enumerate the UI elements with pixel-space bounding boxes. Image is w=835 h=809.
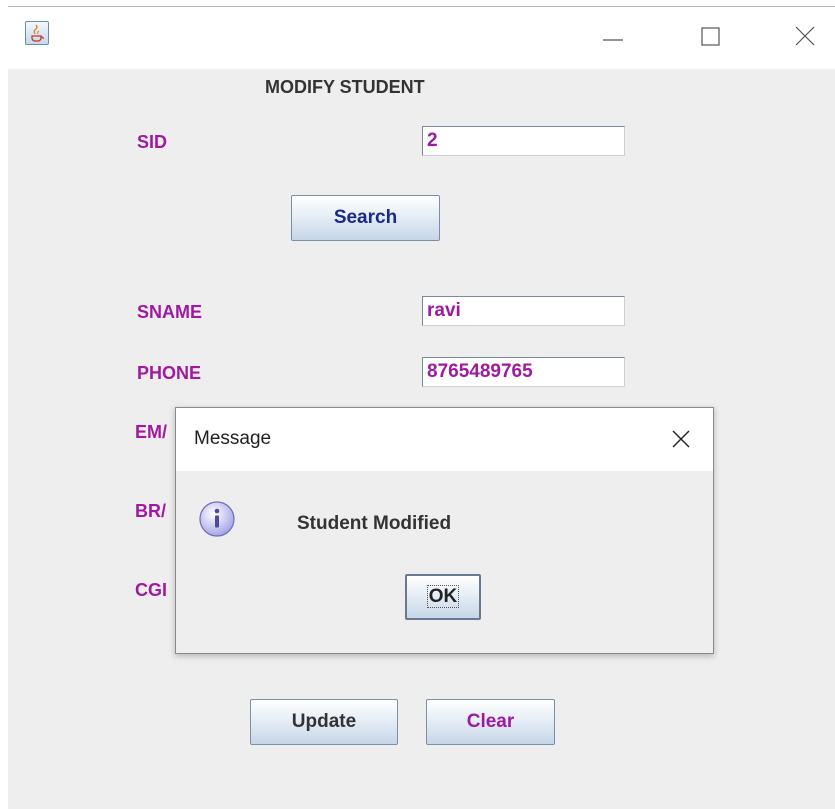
- java-coffee-icon: [25, 21, 49, 45]
- maximize-icon[interactable]: [696, 21, 726, 51]
- sid-label: SID: [137, 132, 168, 152]
- clear-button[interactable]: Clear: [426, 699, 555, 745]
- page-title: MODIFY STUDENT: [265, 77, 425, 97]
- message-dialog: Message Student Modified OK: [175, 407, 714, 654]
- dialog-title: Message: [194, 428, 272, 449]
- close-icon[interactable]: [790, 21, 820, 51]
- info-icon: [198, 500, 236, 538]
- dialog-titlebar: Message: [176, 408, 713, 471]
- ok-button-label: OK: [426, 585, 460, 608]
- dialog-close-icon[interactable]: [670, 428, 692, 450]
- sname-label: SNAME: [137, 302, 203, 322]
- email-label: EM/: [135, 422, 168, 442]
- ok-button[interactable]: OK: [405, 574, 481, 620]
- update-button[interactable]: Update: [250, 699, 398, 745]
- dialog-message: Student Modified: [297, 513, 452, 534]
- minimize-icon[interactable]: [598, 21, 628, 51]
- window-titlebar: [8, 7, 835, 69]
- phone-label: PHONE: [137, 363, 202, 383]
- cgpa-label: CGI: [135, 580, 168, 600]
- phone-field[interactable]: 8765489765: [422, 357, 625, 387]
- sid-field[interactable]: 2: [422, 126, 625, 156]
- sname-field[interactable]: ravi: [422, 296, 625, 326]
- branch-label: BR/: [135, 501, 166, 521]
- search-button[interactable]: Search: [291, 195, 440, 241]
